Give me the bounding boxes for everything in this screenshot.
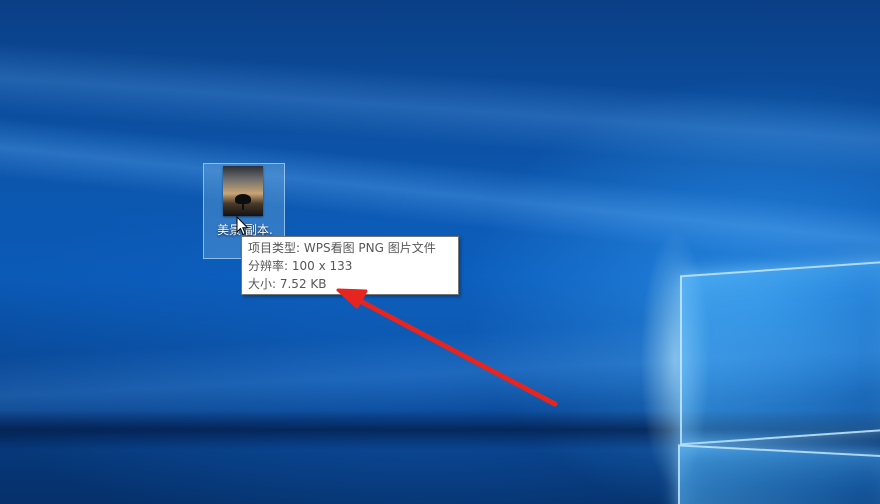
tooltip-resolution-line: 分辨率: 100 x 133 (248, 259, 353, 273)
mouse-pointer-icon (236, 216, 249, 236)
desktop: 美景 副本. p 项目类型: WPS看图 PNG 图片文件 分辨率: 100 x… (0, 0, 880, 504)
wallpaper-light-beam (0, 36, 880, 190)
tree-trunk (242, 202, 244, 210)
windows-logo-pane (680, 260, 880, 446)
tooltip-size-line: 大小: 7.52 KB (248, 277, 327, 291)
image-thumbnail-icon (223, 166, 263, 216)
windows-logo-pane (678, 444, 880, 504)
file-info-tooltip: 项目类型: WPS看图 PNG 图片文件 分辨率: 100 x 133 大小: … (241, 236, 459, 295)
tooltip-type-line: 项目类型: WPS看图 PNG 图片文件 (248, 241, 436, 255)
arrow-shaft (359, 299, 558, 407)
